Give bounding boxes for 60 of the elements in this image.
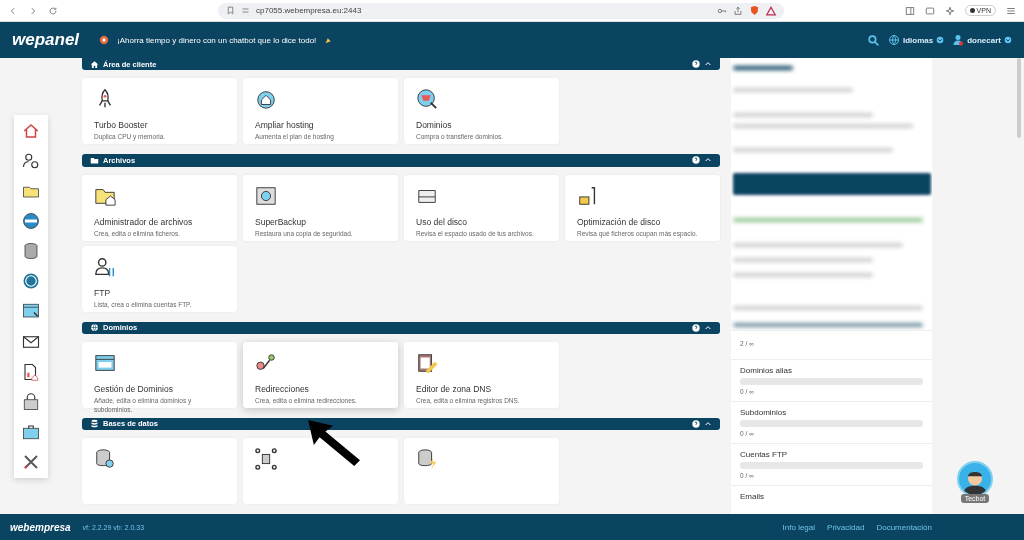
card-title: Dominios [416,120,453,131]
vpn-icon [969,8,975,13]
footer-link[interactable]: Privacidad [827,522,865,532]
help-icon [692,323,700,332]
feature-card[interactable] [243,438,398,504]
database-icon [90,419,99,429]
database-bolt-icon [416,448,438,470]
chevron-icon [936,36,945,44]
chevron-up-icon [704,323,712,332]
menu-icon [1006,5,1016,16]
user-transfer-icon [94,255,116,278]
database-search-icon [94,448,116,470]
chevron-up-icon [704,419,712,428]
reload-icon [48,5,58,16]
triangle-icon [766,5,776,16]
card-title: Editor de zona DNS [416,383,493,394]
card-title: Redirecciones [255,383,310,394]
user-icon [952,34,965,46]
card-title: Uso del disco [416,216,469,227]
upgrade-icon [255,88,277,111]
folder-icon [90,155,99,165]
card-title: Ampliar hosting [255,120,315,131]
wepanel-logo[interactable]: wepanel [12,30,80,50]
help-icon [692,419,700,428]
card-title: Gestión de Dominios [94,383,174,394]
help-icon [692,156,700,165]
stat-label: Subdominios [740,408,788,417]
share-icon [733,5,743,16]
webempresa-logo[interactable]: webempresa [10,521,71,533]
footer-link[interactable]: Info legal [782,522,816,532]
database-network-icon [255,448,277,470]
help-icon [692,60,700,69]
clipboard-edit-icon [416,351,438,374]
stat-label: Cuentas FTP [740,450,789,459]
chevron-icon [1004,36,1012,44]
globe-icon [887,34,900,46]
card-title: SuperBackup [255,216,308,227]
site-settings-icon [241,6,250,15]
gift-icon [99,35,110,45]
url-field[interactable]: cp7055.webempresa.eu:2443 [256,6,362,15]
footer-link[interactable]: Documentación [876,522,932,532]
sidebar-icon [904,5,915,16]
card-title: Optimización de disco [577,216,662,227]
stat-label: Dominios alias [740,366,794,375]
user-menu[interactable]: donecart [952,34,1012,46]
globe-icon [90,323,99,333]
card-title: FTP [94,287,112,298]
sparkle-icon [944,5,955,16]
stat-label: Emails [740,492,765,501]
card-title: Turbo Booster [94,120,149,131]
wallet-icon [924,5,935,16]
promo-banner[interactable]: ¡Ahorra tiempo y dinero con un chatbot que lo dice todo! [117,35,317,45]
safe-icon [255,184,277,207]
bookmark-icon [226,6,235,15]
forward-icon [28,5,38,16]
language-menu[interactable]: Idiomas [887,34,945,46]
cart-icon [416,88,438,111]
home-icon [90,59,99,69]
card-title: Administrador de archivos [94,216,194,227]
shield-icon [749,5,760,16]
